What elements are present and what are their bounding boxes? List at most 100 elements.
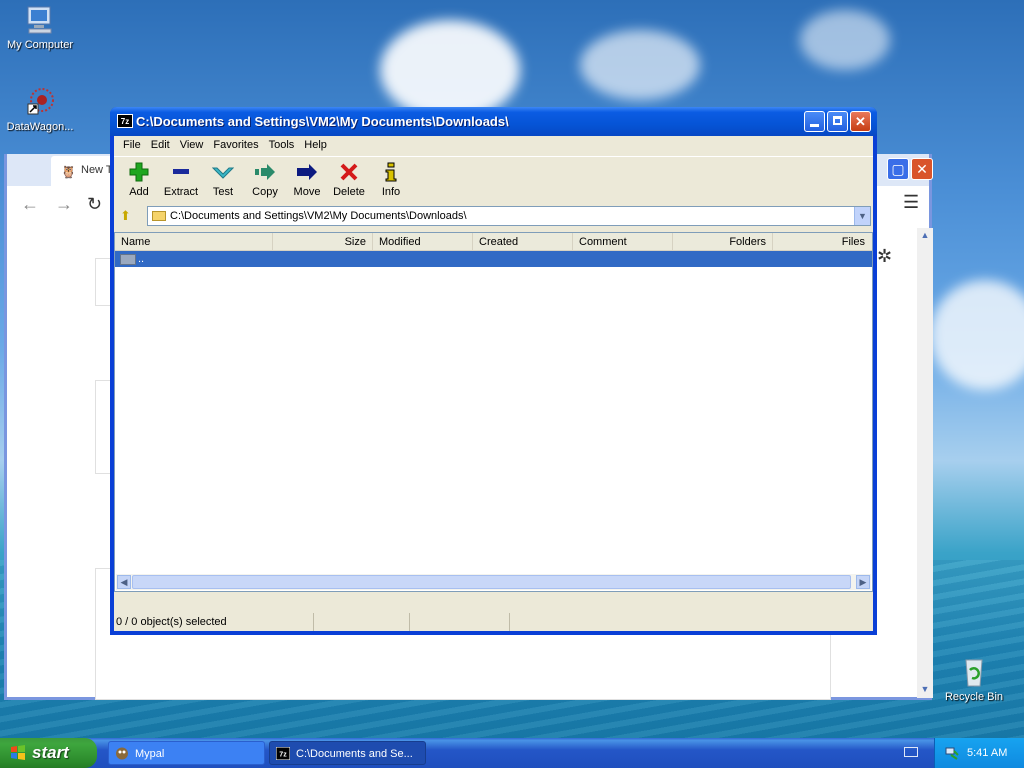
clock[interactable]: 5:41 AM xyxy=(967,747,1007,759)
test-check-icon xyxy=(202,161,244,183)
status-section xyxy=(314,613,410,631)
move-arrow-icon xyxy=(286,161,328,183)
forward-arrow-icon[interactable]: → xyxy=(55,194,73,215)
scroll-thumb[interactable] xyxy=(132,575,851,589)
column-folders[interactable]: Folders xyxy=(673,233,773,250)
add-label: Add xyxy=(129,186,149,198)
menu-tools[interactable]: Tools xyxy=(264,139,300,156)
column-name[interactable]: Name xyxy=(115,233,273,250)
column-files[interactable]: Files xyxy=(773,233,871,250)
extract-button[interactable]: Extract xyxy=(160,157,202,204)
sevenzip-app-icon: 7z xyxy=(276,747,290,760)
toolbar: Add Extract Test Copy Move Delete Info xyxy=(114,156,873,204)
minimize-button[interactable] xyxy=(804,111,825,132)
maximize-button[interactable] xyxy=(827,111,848,132)
desktop-icon-label: My Computer xyxy=(6,39,74,51)
folder-up-icon[interactable]: ⬆ xyxy=(120,208,131,224)
scroll-left-arrow-icon[interactable]: ◀ xyxy=(117,575,131,589)
network-tray-icon[interactable] xyxy=(945,746,959,760)
extract-icon xyxy=(160,161,202,183)
column-created[interactable]: Created xyxy=(473,233,573,250)
cloud xyxy=(380,20,520,120)
add-button[interactable]: Add xyxy=(118,157,160,204)
menu-view[interactable]: View xyxy=(175,139,209,156)
delete-x-icon xyxy=(328,161,370,183)
recycle-bin-icon xyxy=(958,656,990,688)
taskbar: start Mypal 7z C:\Documents and Se... 5:… xyxy=(0,738,1024,768)
cloud xyxy=(930,280,1024,390)
folder-icon xyxy=(152,211,166,221)
test-button[interactable]: Test xyxy=(202,157,244,204)
window-title: C:\Documents and Settings\VM2\My Documen… xyxy=(136,114,509,129)
horizontal-scrollbar[interactable]: ◀ ▶ xyxy=(116,574,871,590)
desktop-icon-recycle-bin[interactable]: Recycle Bin xyxy=(934,656,1014,703)
start-button[interactable]: start xyxy=(0,738,97,768)
column-comment[interactable]: Comment xyxy=(573,233,673,250)
menu-bar: File Edit View Favorites Tools Help xyxy=(114,136,873,156)
tab-favicon-icon: 🦉 xyxy=(61,165,76,179)
back-arrow-icon[interactable]: ← xyxy=(21,194,39,215)
info-icon xyxy=(370,161,412,183)
windows-flag-icon xyxy=(11,745,25,760)
address-field[interactable]: C:\Documents and Settings\VM2\My Documen… xyxy=(147,206,871,226)
parent-folder-icon xyxy=(120,254,136,265)
cloud xyxy=(800,10,890,70)
browser-maximize-button[interactable]: ▢ xyxy=(887,158,909,180)
status-text: 0 / 0 object(s) selected xyxy=(114,613,314,631)
start-label: start xyxy=(32,743,69,762)
sevenzip-app-icon: 7z xyxy=(117,114,133,128)
reload-icon[interactable]: ↻ xyxy=(87,194,102,215)
extract-label: Extract xyxy=(163,186,199,198)
file-list[interactable]: Name Size Modified Created Comment Folde… xyxy=(114,232,873,592)
menu-edit[interactable]: Edit xyxy=(146,139,175,156)
sevenzip-window[interactable]: 7z C:\Documents and Settings\VM2\My Docu… xyxy=(110,107,877,635)
info-label: Info xyxy=(381,186,401,198)
row-name: .. xyxy=(138,253,145,265)
menu-favorites[interactable]: Favorites xyxy=(208,139,263,156)
datawagon-shortcut-icon xyxy=(24,86,56,118)
info-button[interactable]: Info xyxy=(370,157,412,204)
delete-button[interactable]: Delete xyxy=(328,157,370,204)
menu-help[interactable]: Help xyxy=(299,139,332,156)
column-modified[interactable]: Modified xyxy=(373,233,473,250)
address-dropdown-icon[interactable]: ▼ xyxy=(854,207,870,225)
status-bar: 0 / 0 object(s) selected xyxy=(114,613,873,631)
svg-text:7z: 7z xyxy=(279,752,287,759)
menu-file[interactable]: File xyxy=(118,139,146,156)
status-section xyxy=(510,613,873,631)
scroll-down-arrow-icon[interactable]: ▼ xyxy=(919,684,931,696)
window-titlebar[interactable]: 7z C:\Documents and Settings\VM2\My Docu… xyxy=(110,107,877,136)
browser-vertical-scrollbar[interactable]: ▲ ▼ xyxy=(917,228,933,698)
copy-arrow-icon xyxy=(244,161,286,183)
test-label: Test xyxy=(212,186,234,198)
system-tray: 5:41 AM xyxy=(934,738,1024,768)
desktop-icon-datawagon[interactable]: DataWagon... xyxy=(0,86,80,133)
desktop-icon-label: DataWagon... xyxy=(6,121,74,133)
status-section xyxy=(410,613,510,631)
close-button[interactable]: ✕ xyxy=(850,111,871,132)
delete-label: Delete xyxy=(333,186,365,198)
copy-button[interactable]: Copy xyxy=(244,157,286,204)
taskbar-item-label: Mypal xyxy=(135,748,165,760)
table-row[interactable]: .. xyxy=(115,251,872,267)
file-list-header: Name Size Modified Created Comment Folde… xyxy=(115,233,872,251)
move-button[interactable]: Move xyxy=(286,157,328,204)
browser-menu-icon[interactable]: ☰ xyxy=(903,192,919,213)
column-size[interactable]: Size xyxy=(273,233,373,250)
window-client-area: File Edit View Favorites Tools Help Add … xyxy=(114,136,873,631)
desktop-icon-my-computer[interactable]: My Computer xyxy=(0,4,80,51)
keyboard-icon[interactable] xyxy=(904,747,918,757)
scroll-right-arrow-icon[interactable]: ▶ xyxy=(856,575,870,589)
taskbar-item-label: C:\Documents and Se... xyxy=(296,748,413,760)
address-text: C:\Documents and Settings\VM2\My Documen… xyxy=(170,210,467,222)
move-label: Move xyxy=(293,186,321,198)
taskbar-item-mypal[interactable]: Mypal xyxy=(108,741,265,765)
copy-label: Copy xyxy=(252,186,278,198)
settings-gear-icon[interactable]: ✲ xyxy=(877,246,892,267)
taskbar-item-sevenzip[interactable]: 7z C:\Documents and Se... xyxy=(269,741,426,765)
cloud xyxy=(580,30,700,100)
scroll-up-arrow-icon[interactable]: ▲ xyxy=(919,230,931,242)
browser-close-button[interactable]: ✕ xyxy=(911,158,933,180)
mypal-icon xyxy=(116,747,128,760)
address-bar: ⬆ C:\Documents and Settings\VM2\My Docum… xyxy=(114,204,873,228)
